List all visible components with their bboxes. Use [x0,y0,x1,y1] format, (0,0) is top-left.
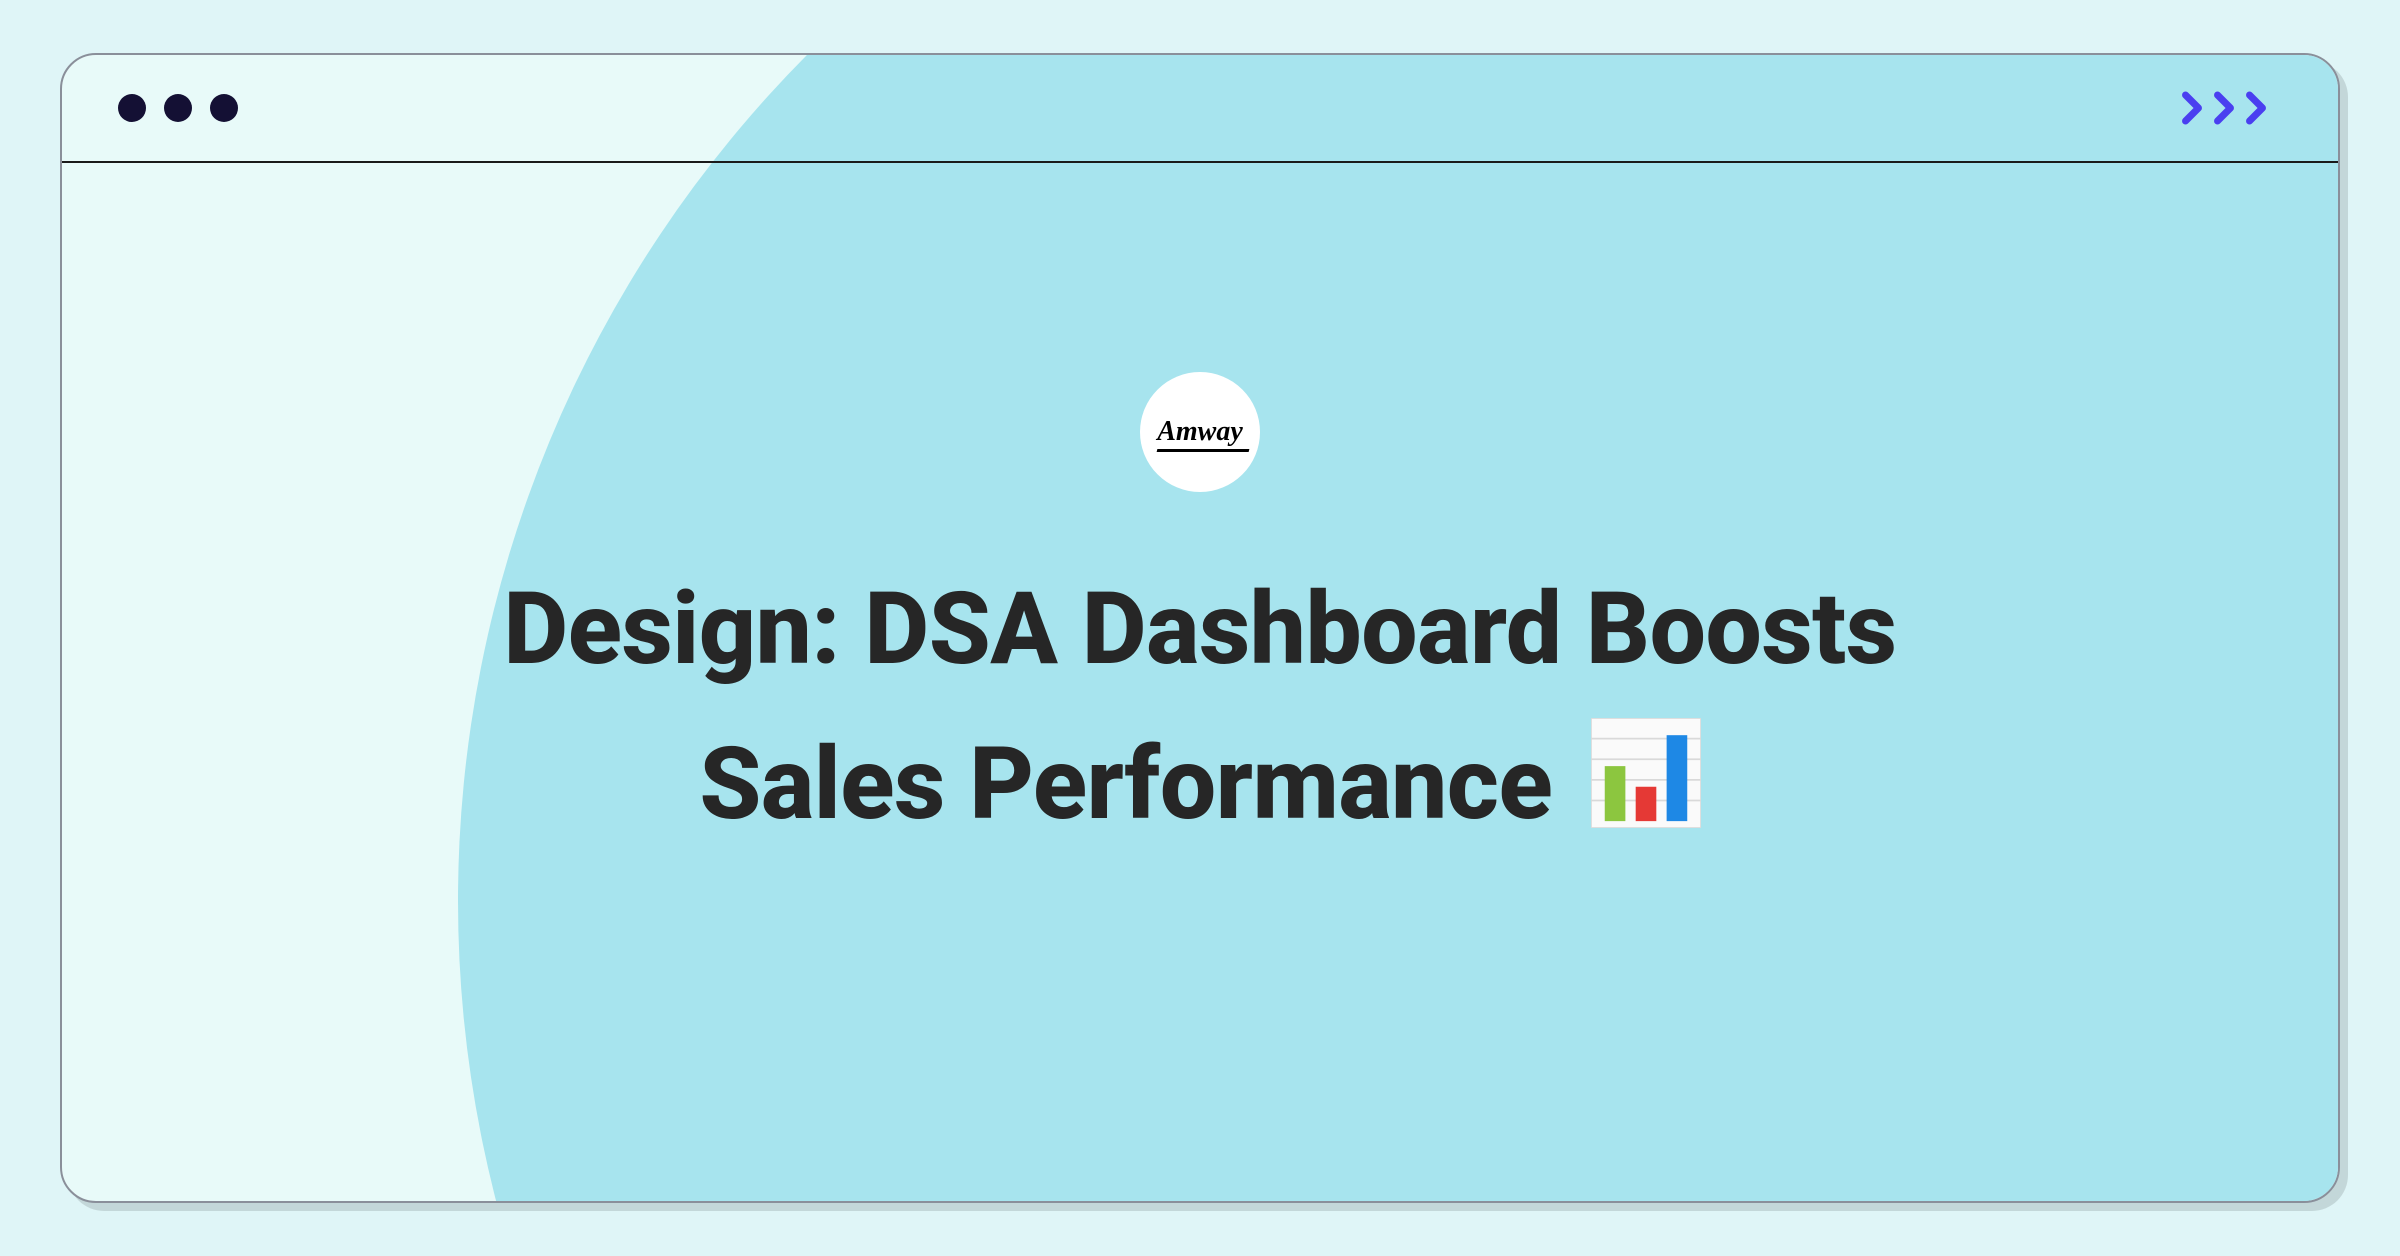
window-dot-icon[interactable] [118,94,146,122]
brand-logo: Amway [1157,416,1243,448]
bar-chart-icon [1591,717,1701,872]
browser-window: Amway Design: DSA Dashboard Boosts Sales… [60,53,2340,1203]
content-area: Amway Design: DSA Dashboard Boosts Sales… [62,163,2338,1201]
headline-line-1: Design: DSA Dashboard Boosts [503,571,1896,688]
logo-badge: Amway [1140,372,1260,492]
forward-chevrons-icon[interactable] [2166,82,2282,134]
window-dot-icon[interactable] [210,94,238,122]
page-title: Design: DSA Dashboard Boosts Sales Perfo… [503,552,1896,872]
window-controls [118,94,238,122]
headline-line-2: Sales Performance [699,726,1552,843]
window-dot-icon[interactable] [164,94,192,122]
titlebar [62,55,2338,163]
